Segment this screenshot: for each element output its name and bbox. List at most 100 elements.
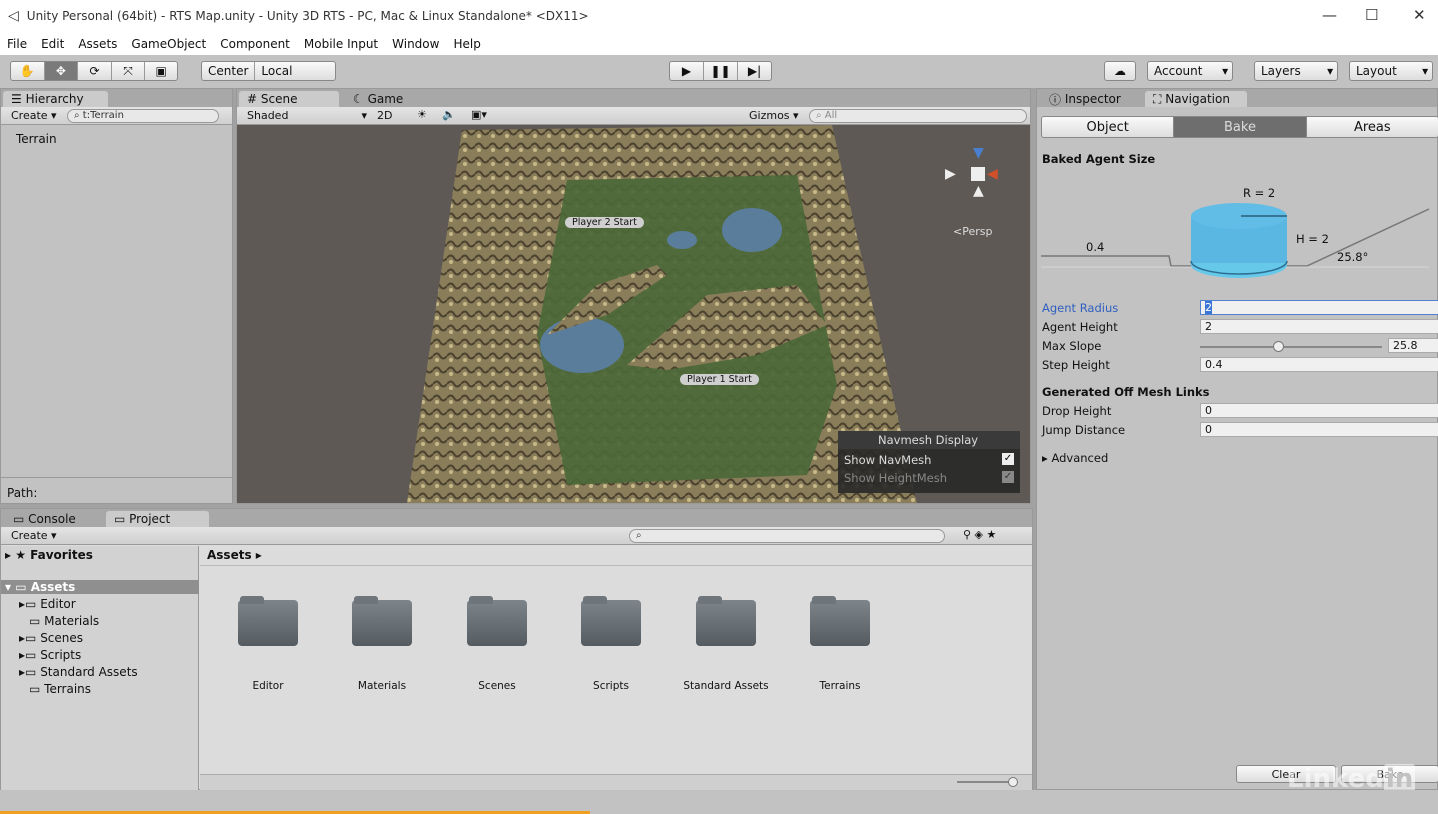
account-dropdown[interactable]: Account ▾ <box>1147 61 1233 81</box>
path-bar: Path: <box>1 477 232 503</box>
lighting-icon[interactable]: ☀ <box>417 108 427 121</box>
tree-item-scenes[interactable]: ▸▭ Scenes <box>19 631 83 645</box>
step-button[interactable]: ▶| <box>738 62 771 80</box>
main-toolbar: ✋ ✥ ⟳ ⤧ ▣ Center Local ▶ ❚❚ ▶| ☁ Account… <box>0 55 1438 88</box>
tree-label: Terrains <box>44 682 92 696</box>
scene-gizmo[interactable]: ▼ ◀ ▶ ▲ <box>945 141 1025 211</box>
layers-dropdown[interactable]: Layers ▾ <box>1254 61 1338 81</box>
rotate-tool-icon[interactable]: ⟳ <box>78 62 112 80</box>
tab-navigation[interactable]: ⛶ Navigation <box>1145 91 1247 107</box>
player-1-start-label[interactable]: Player 1 Start <box>680 374 759 385</box>
lake <box>667 231 697 249</box>
tab-hierarchy[interactable]: ☰ Hierarchy <box>3 91 108 107</box>
advanced-foldout[interactable]: ▸ Advanced <box>1042 451 1108 465</box>
effects-icon[interactable]: ▣▾ <box>471 108 487 121</box>
breadcrumb-assets[interactable]: Assets <box>207 548 252 562</box>
filter-type-icon[interactable]: ⚲ ◈ ★ <box>963 528 996 541</box>
favorites-item[interactable]: ▸ ★ Favorites <box>5 548 93 562</box>
cloud-icon[interactable]: ☁ <box>1104 61 1136 81</box>
folder-scripts[interactable]: Scripts <box>580 596 642 692</box>
menu-edit[interactable]: Edit <box>34 37 71 51</box>
minimize-button[interactable]: — <box>1322 6 1337 24</box>
hierarchy-item-terrain[interactable]: Terrain <box>16 132 57 146</box>
agent-radius-input[interactable]: 2 <box>1200 300 1438 315</box>
folder-label: Scripts <box>593 680 629 692</box>
hand-tool-icon[interactable]: ✋ <box>11 62 45 80</box>
subtab-bake[interactable]: Bake <box>1174 117 1306 137</box>
tree-item-terrains[interactable]: ▭ Terrains <box>29 682 91 696</box>
jump-distance-input[interactable]: 0 <box>1200 422 1438 437</box>
menu-assets[interactable]: Assets <box>71 37 124 51</box>
step-height-input[interactable]: 0.4 <box>1200 357 1438 372</box>
subtab-areas[interactable]: Areas <box>1305 117 1438 137</box>
subtab-object[interactable]: Object <box>1042 117 1175 137</box>
tree-item-materials[interactable]: ▭ Materials <box>29 614 99 628</box>
play-button[interactable]: ▶ <box>670 62 704 80</box>
navmesh-display-overlay: Navmesh Display Show NavMesh ✓ Show Heigh… <box>838 431 1020 493</box>
scene-viewport[interactable]: Player 2 Start Player 1 Start ▼ ◀ ▶ ▲ <P… <box>237 125 1030 503</box>
tree-item-scripts[interactable]: ▸▭ Scripts <box>19 648 81 662</box>
pivot-label: Center <box>208 64 249 78</box>
tab-game[interactable]: ☾ Game <box>345 91 411 107</box>
tab-console[interactable]: ▭ Console <box>5 511 84 527</box>
close-button[interactable]: ✕ <box>1413 6 1426 24</box>
menu-gameobject[interactable]: GameObject <box>124 37 213 51</box>
gizmo-z-axis[interactable]: ▶ <box>945 166 956 182</box>
show-navmesh-row[interactable]: Show NavMesh ✓ <box>838 449 1020 471</box>
rect-tool-icon[interactable]: ▣ <box>145 62 177 80</box>
drop-height-input[interactable]: 0 <box>1200 403 1438 418</box>
gizmo-y-axis[interactable]: ▼ <box>973 145 984 161</box>
folder-materials[interactable]: Materials <box>351 596 413 692</box>
navigation-subtabs: Object Bake Areas <box>1041 116 1438 138</box>
maximize-button[interactable]: ☐ <box>1365 6 1378 24</box>
player-2-start-label[interactable]: Player 2 Start <box>565 217 644 228</box>
gizmos-dropdown[interactable]: Gizmos ▾ <box>749 109 799 122</box>
pivot-center-button[interactable]: Center <box>202 62 256 80</box>
audio-icon[interactable]: 🔈 <box>442 108 456 121</box>
pause-button[interactable]: ❚❚ <box>704 62 738 80</box>
gizmo-x-axis[interactable]: ◀ <box>987 166 998 182</box>
shading-dropdown[interactable]: Shaded ▾ <box>247 109 367 122</box>
max-slope-input[interactable]: 25.8 <box>1388 338 1438 353</box>
assets-item[interactable]: ▾ ▭ Assets <box>1 580 199 594</box>
show-heightmesh-checkbox[interactable]: ✓ <box>1002 471 1014 483</box>
favorites-label: Favorites <box>30 548 93 562</box>
scale-tool-icon[interactable]: ⤧ <box>112 62 146 80</box>
menu-window[interactable]: Window <box>385 37 446 51</box>
max-slope-slider[interactable] <box>1200 341 1382 352</box>
folder-standard-assets[interactable]: Standard Assets <box>683 596 769 692</box>
persp-label[interactable]: <Persp <box>953 225 992 238</box>
folder-scenes[interactable]: Scenes <box>466 596 528 692</box>
folder-editor[interactable]: Editor <box>237 596 299 692</box>
layout-dropdown[interactable]: Layout ▾ <box>1349 61 1433 81</box>
tab-inspector[interactable]: ⓘ Inspector <box>1041 91 1129 107</box>
icon-size-slider[interactable] <box>957 777 1018 787</box>
scene-search-input[interactable]: ⌕ All <box>809 109 1027 123</box>
hierarchy-search-input[interactable]: ⌕ t:Terrain <box>67 109 219 123</box>
folder-terrains[interactable]: Terrains <box>809 596 871 692</box>
tab-project[interactable]: ▭ Project <box>106 511 209 527</box>
pivot-local-button[interactable]: Local <box>255 62 298 80</box>
project-create-button[interactable]: Create ▾ <box>11 529 57 542</box>
2d-toggle[interactable]: 2D <box>377 109 392 122</box>
window-title: Unity Personal (64bit) - RTS Map.unity -… <box>26 9 589 23</box>
project-breadcrumb[interactable]: Assets ▸ <box>207 548 262 562</box>
layers-label: Layers <box>1261 64 1301 78</box>
slider-knob[interactable] <box>1273 341 1285 352</box>
show-navmesh-label: Show NavMesh <box>844 453 932 467</box>
tree-item-editor[interactable]: ▸▭ Editor <box>19 597 76 611</box>
show-heightmesh-row[interactable]: Show HeightMesh ✓ <box>838 471 1020 485</box>
project-search-input[interactable]: ⌕ <box>629 529 945 543</box>
menu-mobile-input[interactable]: Mobile Input <box>297 37 385 51</box>
menu-file[interactable]: File <box>0 37 34 51</box>
tree-item-standard-assets[interactable]: ▸▭ Standard Assets <box>19 665 138 679</box>
menu-component[interactable]: Component <box>213 37 297 51</box>
tab-scene[interactable]: # Scene <box>239 91 339 107</box>
show-navmesh-checkbox[interactable]: ✓ <box>1002 453 1014 465</box>
slider-knob[interactable] <box>1008 777 1018 787</box>
gizmo-down-axis[interactable]: ▲ <box>973 183 984 199</box>
hierarchy-create-button[interactable]: Create ▾ <box>11 109 57 122</box>
agent-height-input[interactable]: 2 <box>1200 319 1438 334</box>
menu-help[interactable]: Help <box>446 37 487 51</box>
move-tool-icon[interactable]: ✥ <box>44 62 79 80</box>
